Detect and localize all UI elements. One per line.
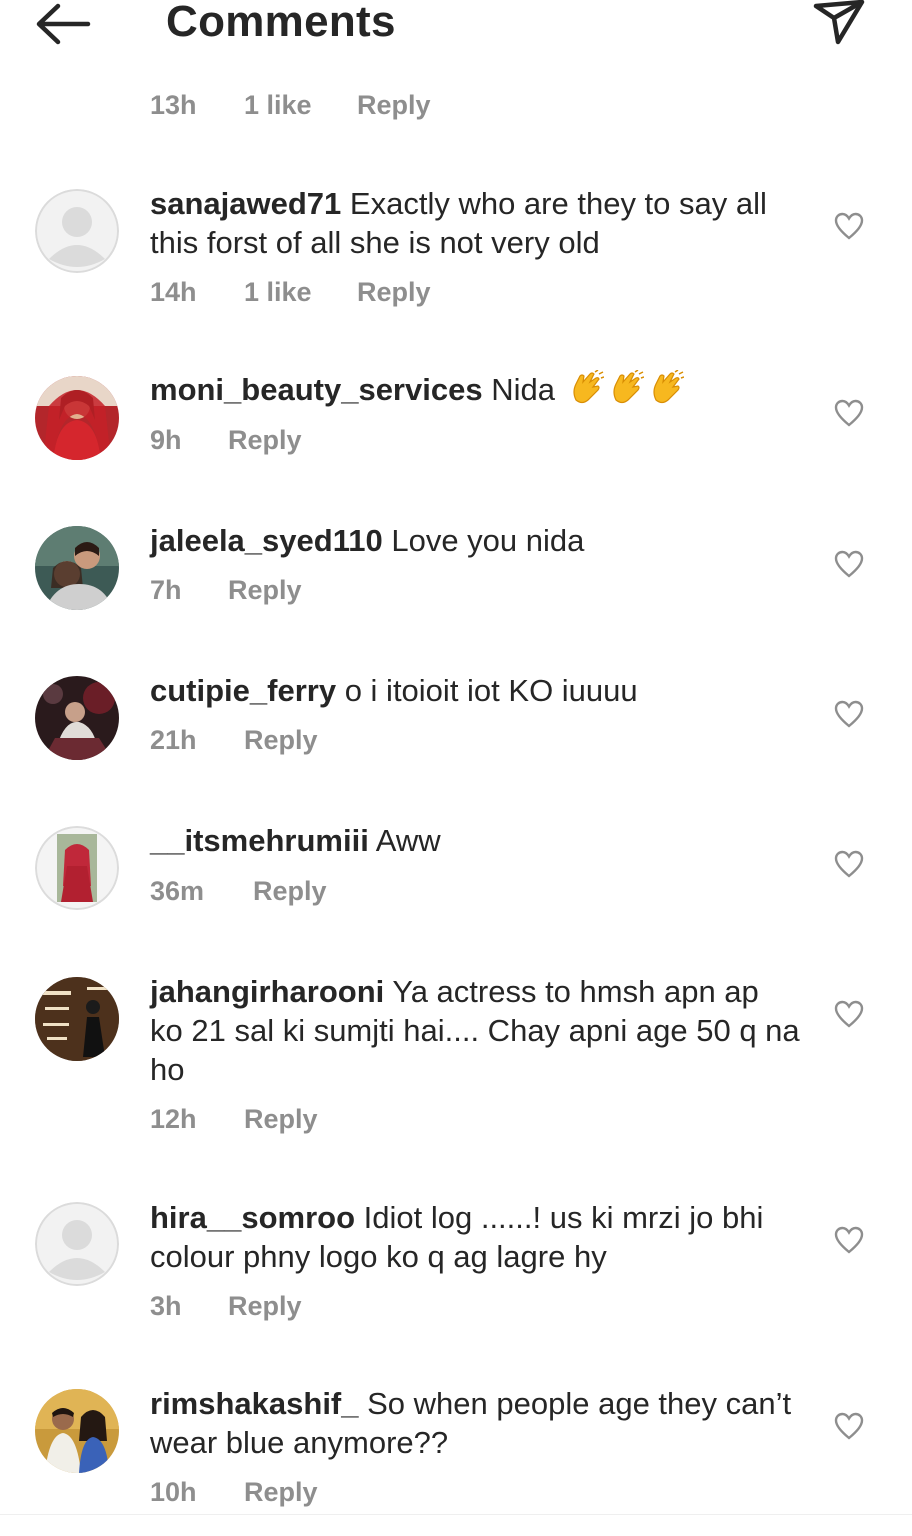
- comment-time: 36m: [150, 876, 205, 906]
- comment-time: 10h: [150, 1477, 197, 1507]
- header-bar: Comments: [0, 0, 912, 60]
- comment-body: moni_beauty_services Nida: [150, 370, 800, 409]
- comment-meta: 21h Reply: [150, 725, 318, 756]
- avatar[interactable]: [35, 189, 119, 273]
- comment-text: Aww: [375, 823, 441, 858]
- avatar[interactable]: [35, 1202, 119, 1286]
- photo-avatar-image: [35, 526, 119, 610]
- comment-username[interactable]: jahangirharooni: [150, 974, 384, 1009]
- clapping-hands-icon: [612, 370, 644, 404]
- comment-body: sanajawed71 Exactly who are they to say …: [150, 184, 800, 262]
- reply-button[interactable]: Reply: [244, 1104, 318, 1135]
- comment-meta: 12h Reply: [150, 1104, 318, 1135]
- comment-username[interactable]: sanajawed71: [150, 186, 341, 221]
- comment-text: Nida: [491, 372, 555, 407]
- comment-username[interactable]: rimshakashif_: [150, 1386, 359, 1421]
- default-avatar-icon: [35, 189, 119, 273]
- heart-outline-icon[interactable]: [834, 1412, 864, 1440]
- reply-button[interactable]: Reply: [228, 425, 302, 456]
- avatar[interactable]: [35, 526, 119, 610]
- comment-meta: 14h 1 like Reply: [150, 277, 431, 308]
- reply-button[interactable]: Reply: [253, 876, 327, 907]
- comment-username[interactable]: hira__somroo: [150, 1200, 355, 1235]
- comment-body: rimshakashif_ So when people age they ca…: [150, 1384, 800, 1462]
- comment-body: jaleela_syed110 Love you nida: [150, 521, 800, 560]
- arrow-left-icon[interactable]: [34, 2, 92, 46]
- divider: [0, 1514, 912, 1515]
- reply-button[interactable]: Reply: [357, 90, 431, 121]
- photo-avatar-image: [35, 676, 119, 760]
- avatar[interactable]: [35, 376, 119, 460]
- comment-meta: 36m Reply: [150, 876, 327, 907]
- comment-meta: 10h Reply: [150, 1477, 318, 1508]
- heart-outline-icon[interactable]: [834, 550, 864, 578]
- reply-button[interactable]: Reply: [228, 1291, 302, 1322]
- photo-avatar-image: [35, 826, 119, 910]
- comment-username[interactable]: __itsmehrumiii: [150, 823, 369, 858]
- comment-body: __itsmehrumiii Aww: [150, 821, 800, 860]
- paper-plane-icon[interactable]: [812, 0, 866, 46]
- avatar[interactable]: [35, 826, 119, 910]
- comment-meta: 3h Reply: [150, 1291, 302, 1322]
- comment-time: 3h: [150, 1291, 182, 1321]
- avatar[interactable]: [35, 1389, 119, 1473]
- heart-outline-icon[interactable]: [834, 1000, 864, 1028]
- comment-body: jahangirharooni Ya actress to hmsh apn a…: [150, 972, 800, 1089]
- heart-outline-icon[interactable]: [834, 850, 864, 878]
- comment-time: 7h: [150, 575, 182, 605]
- reply-button[interactable]: Reply: [244, 725, 318, 756]
- heart-outline-icon[interactable]: [834, 399, 864, 427]
- clapping-hands-icon: [572, 370, 604, 404]
- reply-button[interactable]: Reply: [228, 575, 302, 606]
- reply-button[interactable]: Reply: [244, 1477, 318, 1508]
- comment-text: Love you nida: [391, 523, 585, 558]
- comment-meta: 13h 1 like Reply: [150, 90, 431, 121]
- comment-body: hira__somroo Idiot log ......! us ki mrz…: [150, 1198, 800, 1276]
- comment-likes[interactable]: 1 like: [244, 277, 357, 308]
- comment-text: o i itoioit iot KO iuuuu: [344, 673, 638, 708]
- heart-outline-icon[interactable]: [834, 1226, 864, 1254]
- comment-body: cutipie_ferry o i itoioit iot KO iuuuu: [150, 671, 800, 710]
- comment-time: 13h: [150, 90, 197, 120]
- comment-username[interactable]: jaleela_syed110: [150, 523, 383, 558]
- photo-avatar-image: [35, 376, 119, 460]
- comment-time: 14h: [150, 277, 197, 307]
- photo-avatar-image: [35, 1389, 119, 1473]
- comment-time: 21h: [150, 725, 197, 755]
- comment-likes[interactable]: 1 like: [244, 90, 357, 121]
- comment-meta: 9h Reply: [150, 425, 302, 456]
- heart-outline-icon[interactable]: [834, 212, 864, 240]
- photo-avatar-image: [35, 977, 119, 1061]
- reply-button[interactable]: Reply: [357, 277, 431, 308]
- avatar[interactable]: [35, 977, 119, 1061]
- avatar[interactable]: [35, 676, 119, 760]
- clapping-hands-icon: [652, 370, 684, 404]
- default-avatar-icon: [35, 1202, 119, 1286]
- heart-outline-icon[interactable]: [834, 700, 864, 728]
- comment-username[interactable]: moni_beauty_services: [150, 372, 483, 407]
- comment-time: 12h: [150, 1104, 197, 1134]
- comment-time: 9h: [150, 425, 182, 455]
- comment-username[interactable]: cutipie_ferry: [150, 673, 336, 708]
- page-title: Comments: [166, 0, 396, 46]
- comment-meta: 7h Reply: [150, 575, 302, 606]
